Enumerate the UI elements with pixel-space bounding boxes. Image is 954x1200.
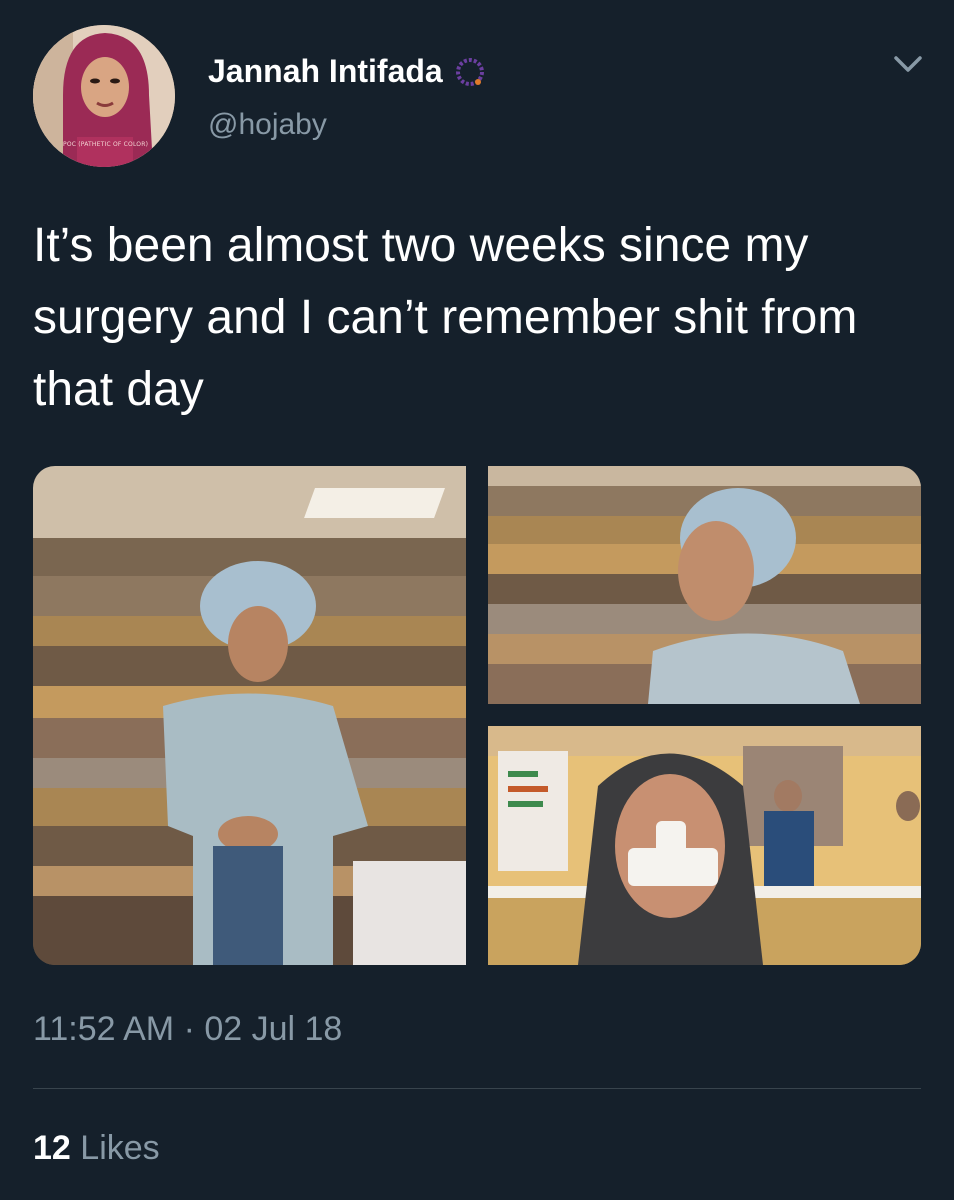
likes-label: Likes (80, 1129, 160, 1167)
tweet-timestamp[interactable]: 11:52 AM · 02 Jul 18 (33, 1010, 342, 1049)
author-avatar[interactable]: POC (PATHETIC OF COLOR) (33, 25, 175, 167)
tweet-text: It’s been almost two weeks since my surg… (33, 219, 858, 416)
media-photo-3[interactable] (488, 726, 921, 965)
likes-count: 12 (33, 1129, 71, 1167)
author-display-name[interactable]: Jannah Intifada (208, 53, 443, 90)
chevron-down-icon[interactable] (890, 50, 926, 78)
author-handle[interactable]: @hojaby (208, 108, 327, 142)
divider (33, 1088, 921, 1089)
media-photo-1[interactable] (33, 466, 466, 965)
author-name-row: Jannah Intifada (208, 53, 487, 90)
media-photo-2[interactable] (488, 466, 921, 704)
avatar-caption: POC (PATHETIC OF COLOR) (63, 141, 149, 148)
beaded-circle-icon (453, 55, 487, 89)
likes-stat[interactable]: 12 Likes (33, 1129, 160, 1168)
media-grid (33, 466, 921, 965)
